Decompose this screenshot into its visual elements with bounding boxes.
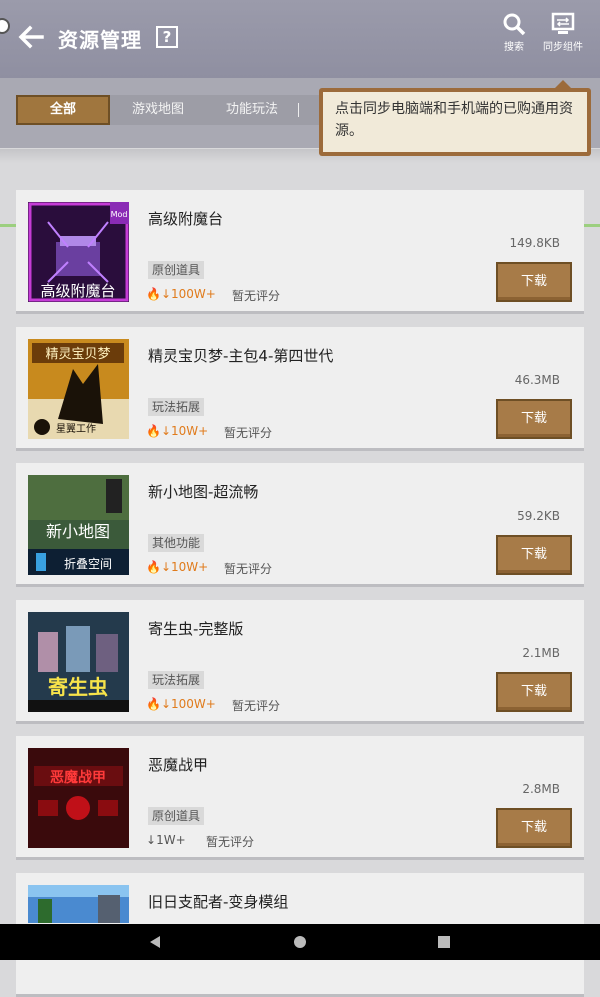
nav-recents-button[interactable] bbox=[424, 924, 464, 960]
triangle-back-icon bbox=[150, 936, 160, 948]
resource-thumbnail: 新小地图 折叠空间 bbox=[28, 475, 129, 575]
resource-thumbnail bbox=[28, 885, 129, 923]
download-arrow-icon: ↓ bbox=[160, 560, 172, 574]
back-button[interactable] bbox=[16, 22, 46, 52]
list-item[interactable]: Mod 高级附魔台 高级附魔台 149.8KB 原创道具 🔥↓100W+ 暂无评… bbox=[16, 190, 584, 314]
download-count-value: 10W+ bbox=[171, 424, 209, 438]
sync-button[interactable]: 同步组件 bbox=[540, 12, 586, 53]
download-arrow-icon: ↓ bbox=[160, 697, 172, 711]
download-count: 🔥↓100W+ bbox=[146, 287, 216, 301]
download-count: ↓1W+ bbox=[146, 833, 186, 847]
sync-tooltip-text: 点击同步电脑端和手机端的已购通用资源。 bbox=[323, 92, 587, 152]
resource-thumbnail: 恶魔战甲 bbox=[28, 748, 129, 848]
resource-thumbnail: 寄生虫 bbox=[28, 612, 129, 712]
search-button[interactable]: 搜索 bbox=[500, 12, 528, 53]
download-button[interactable]: 下载 bbox=[496, 535, 572, 575]
monitor-sync-icon bbox=[551, 12, 575, 34]
resource-title: 高级附魔台 bbox=[148, 210, 224, 228]
download-count-value: 100W+ bbox=[171, 697, 216, 711]
rating-text: 暂无评分 bbox=[224, 426, 273, 440]
download-button[interactable]: 下载 bbox=[496, 808, 572, 848]
fire-icon: 🔥 bbox=[146, 424, 161, 438]
list-item[interactable]: 精灵宝贝梦 星翼工作 精灵宝贝梦-主包4-第四世代 46.3MB 玩法拓展 🔥↓… bbox=[16, 327, 584, 451]
fire-icon: 🔥 bbox=[146, 560, 161, 574]
square-recents-icon bbox=[438, 936, 450, 948]
thumb-caption: 寄生虫 bbox=[48, 675, 108, 699]
sync-label: 同步组件 bbox=[543, 42, 583, 53]
fire-icon: 🔥 bbox=[146, 697, 161, 711]
tab-divider bbox=[298, 103, 299, 117]
page-title: 资源管理 bbox=[58, 28, 142, 52]
download-button[interactable]: 下载 bbox=[496, 672, 572, 712]
resource-title: 旧日支配者-变身模组 bbox=[148, 893, 289, 911]
download-count-value: 10W+ bbox=[171, 560, 209, 574]
download-button[interactable]: 下载 bbox=[496, 399, 572, 439]
sync-tooltip: 点击同步电脑端和手机端的已购通用资源。 bbox=[319, 88, 591, 156]
thumb-badge: 星翼工作 bbox=[56, 423, 96, 435]
resource-title: 精灵宝贝梦-主包4-第四世代 bbox=[148, 347, 334, 365]
category-tag: 玩法拓展 bbox=[148, 398, 205, 416]
search-label: 搜索 bbox=[504, 42, 524, 53]
thumb-caption: 高级附魔台 bbox=[40, 282, 115, 300]
nav-back-button[interactable] bbox=[135, 924, 175, 960]
rating-text: 暂无评分 bbox=[224, 562, 273, 576]
category-tag: 原创道具 bbox=[148, 261, 205, 279]
category-tag: 其他功能 bbox=[148, 534, 205, 552]
file-size: 2.8MB bbox=[522, 782, 560, 796]
list-item[interactable]: 恶魔战甲 恶魔战甲 2.8MB 原创道具 ↓1W+ 暂无评分 下载 bbox=[16, 736, 584, 860]
thumb-badge: 折叠空间 bbox=[64, 556, 112, 571]
thumb-caption: 新小地图 bbox=[46, 522, 110, 541]
search-icon bbox=[503, 13, 526, 36]
list-item[interactable]: 寄生虫 寄生虫-完整版 2.1MB 玩法拓展 🔥↓100W+ 暂无评分 下载 bbox=[16, 600, 584, 724]
thumb-badge: Mod bbox=[111, 210, 128, 219]
rating-text: 暂无评分 bbox=[206, 835, 255, 849]
top-app-bar: 资源管理 ? 搜索 同步组件 bbox=[0, 0, 600, 78]
file-size: 149.8KB bbox=[509, 236, 560, 250]
back-arrow-icon bbox=[18, 25, 44, 49]
tab-gameplay[interactable]: 功能玩法 bbox=[212, 95, 292, 125]
resource-thumbnail: Mod 高级附魔台 bbox=[28, 202, 129, 302]
system-navigation-bar bbox=[0, 924, 600, 960]
tab-game-maps[interactable]: 游戏地图 bbox=[118, 95, 198, 125]
download-count: 🔥↓100W+ bbox=[146, 697, 216, 711]
resource-thumbnail: 精灵宝贝梦 星翼工作 bbox=[28, 339, 129, 439]
thumb-caption: 精灵宝贝梦 bbox=[45, 347, 110, 362]
circle-home-icon bbox=[294, 936, 306, 948]
file-size: 2.1MB bbox=[522, 646, 560, 660]
download-arrow-icon: ↓ bbox=[160, 424, 172, 438]
resource-title: 恶魔战甲 bbox=[148, 756, 209, 774]
resource-title: 新小地图-超流畅 bbox=[148, 483, 259, 501]
download-count: 🔥↓10W+ bbox=[146, 424, 208, 438]
download-arrow-icon: ↓ bbox=[146, 833, 157, 847]
download-count-value: 100W+ bbox=[171, 287, 216, 301]
help-button[interactable]: ? bbox=[156, 26, 178, 48]
download-arrow-icon: ↓ bbox=[160, 287, 172, 301]
camera-overlay-dot bbox=[0, 18, 10, 34]
download-button[interactable]: 下载 bbox=[496, 262, 572, 302]
fire-icon: 🔥 bbox=[146, 287, 161, 301]
rating-text: 暂无评分 bbox=[232, 699, 281, 713]
rating-text: 暂无评分 bbox=[232, 289, 281, 303]
thumb-caption: 恶魔战甲 bbox=[50, 769, 106, 786]
tab-all[interactable]: 全部 bbox=[16, 95, 110, 125]
category-tag: 玩法拓展 bbox=[148, 671, 205, 689]
file-size: 59.2KB bbox=[517, 509, 560, 523]
nav-home-button[interactable] bbox=[280, 924, 320, 960]
resource-title: 寄生虫-完整版 bbox=[148, 620, 244, 638]
list-item[interactable]: 新小地图 折叠空间 新小地图-超流畅 59.2KB 其他功能 🔥↓10W+ 暂无… bbox=[16, 463, 584, 587]
download-count: 🔥↓10W+ bbox=[146, 560, 208, 574]
file-size: 46.3MB bbox=[514, 373, 560, 387]
download-count-value: 1W+ bbox=[156, 833, 186, 847]
category-tag: 原创道具 bbox=[148, 807, 205, 825]
